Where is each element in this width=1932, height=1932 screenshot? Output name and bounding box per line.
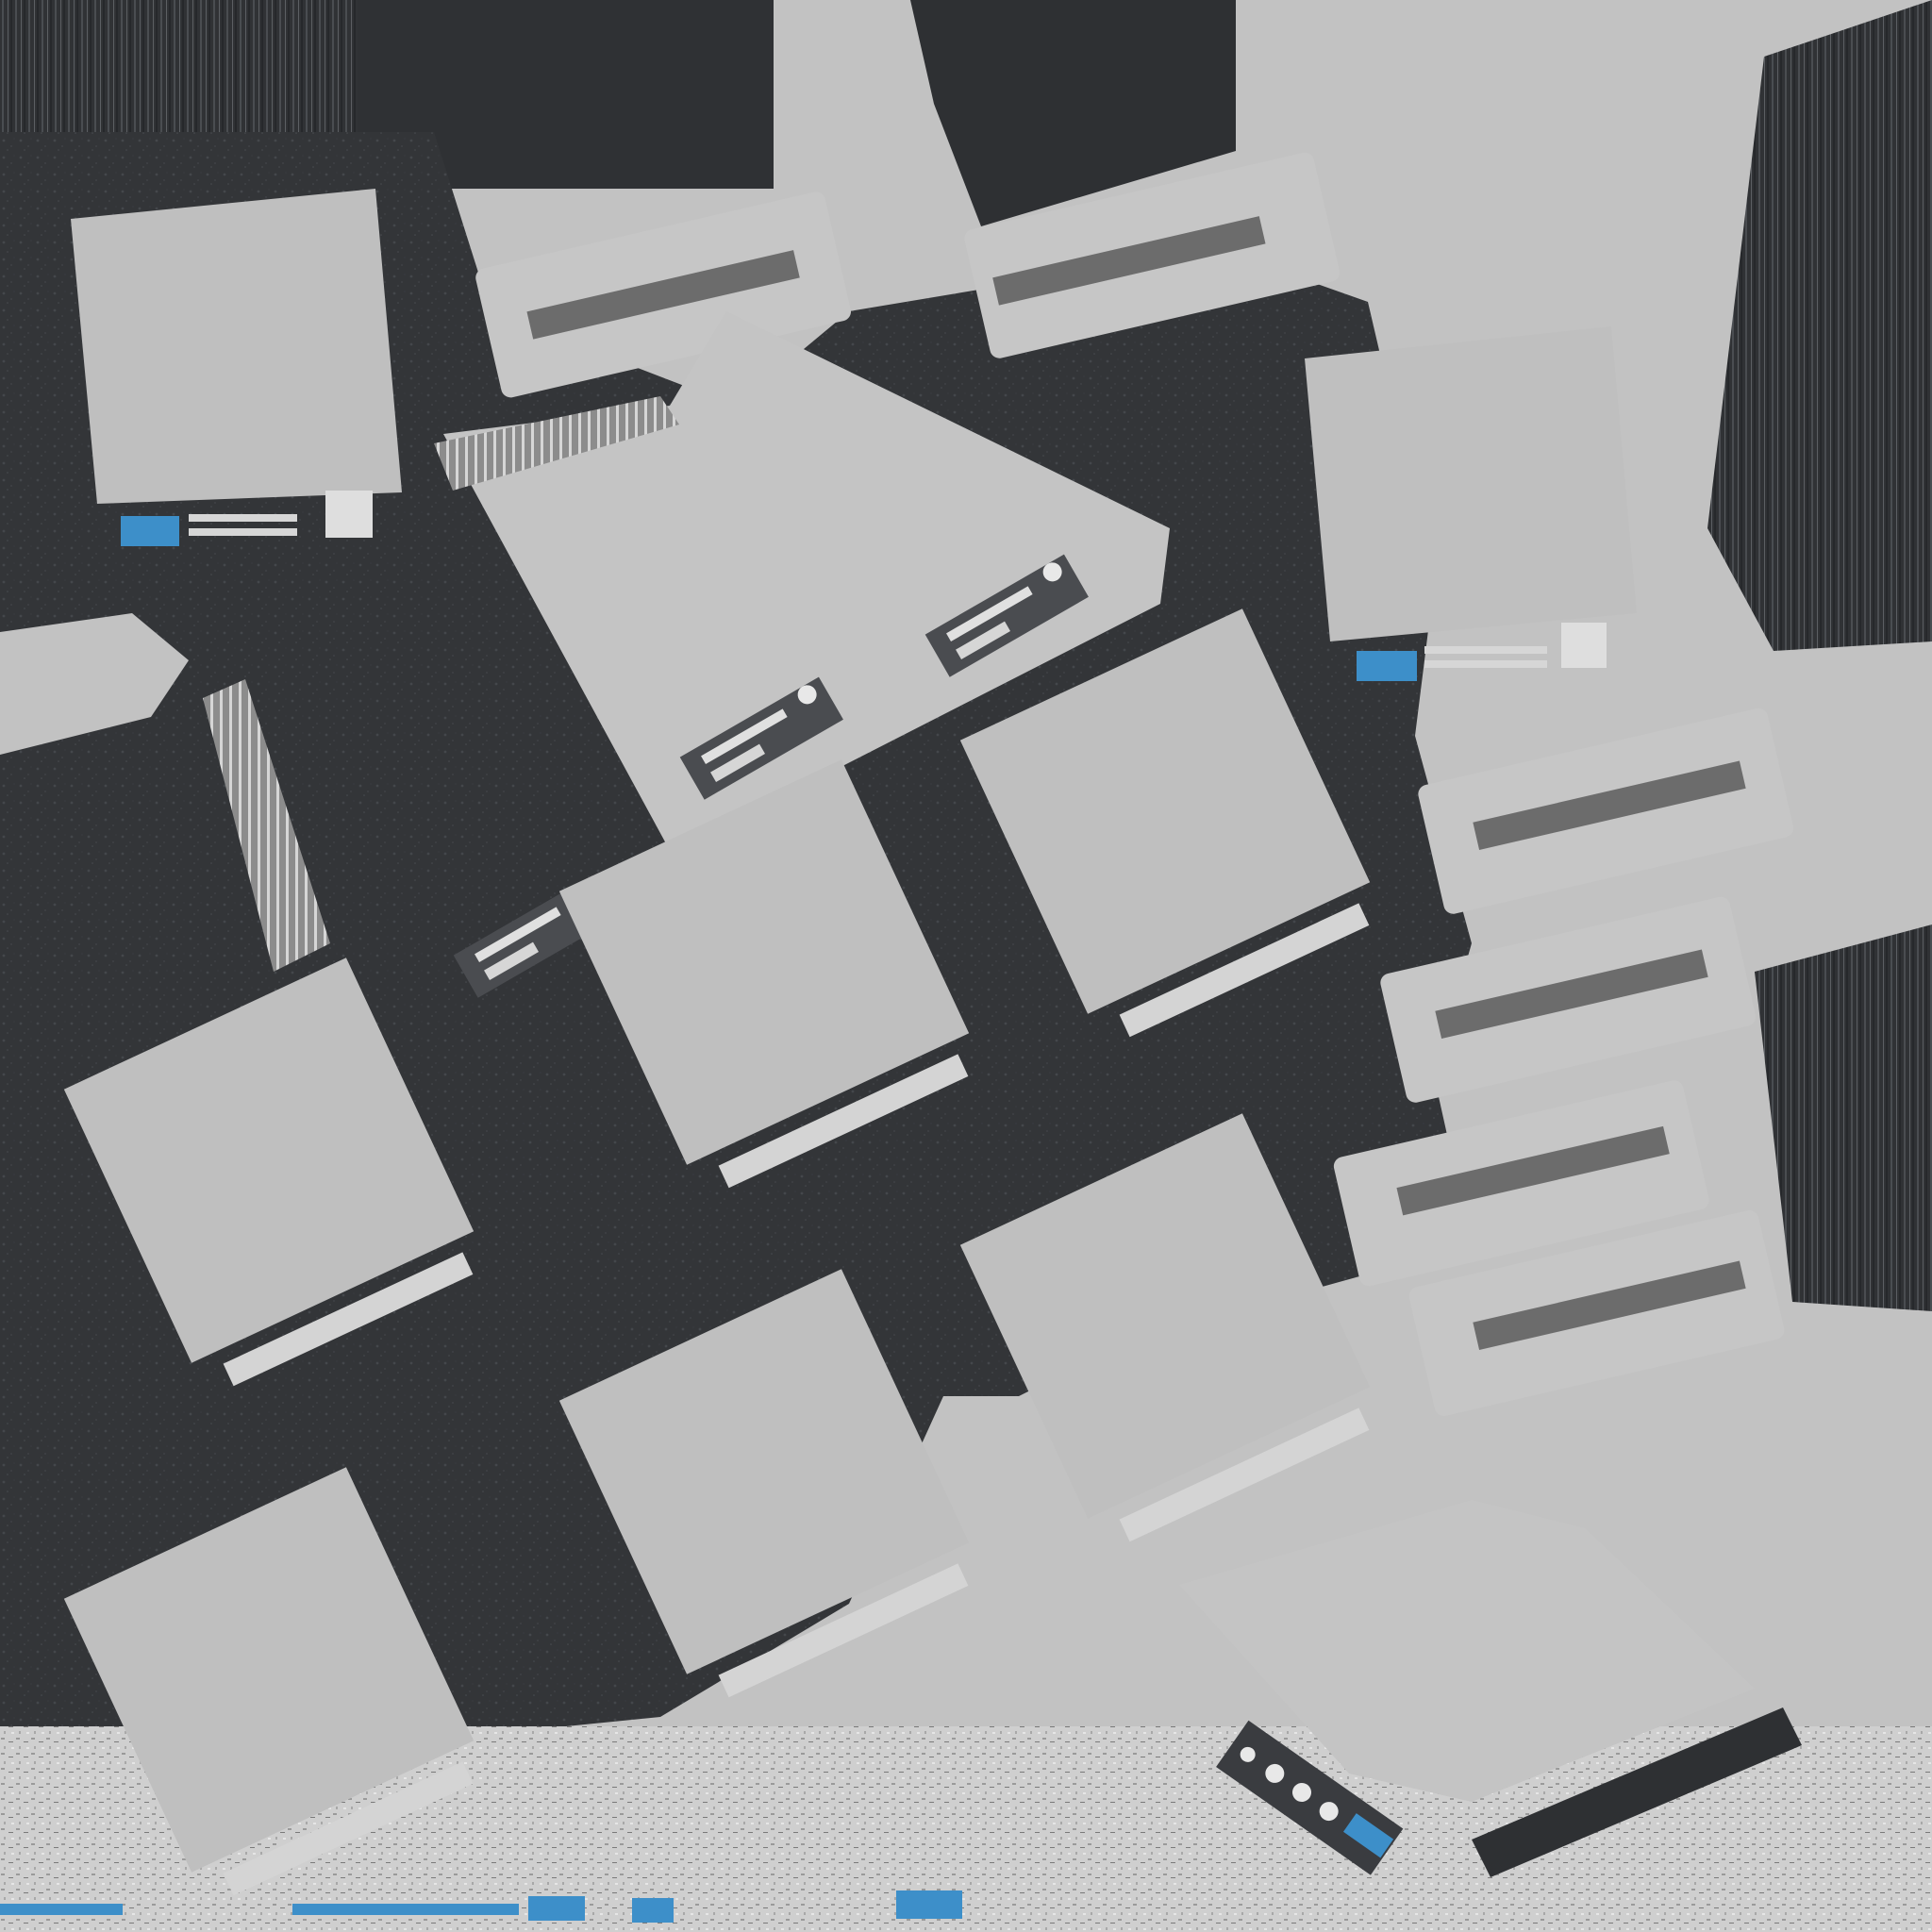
device-face-top-right (1305, 326, 1637, 681)
texture-atlas (0, 0, 1932, 1932)
blue-indicator (1357, 651, 1417, 681)
device-face-top-left (71, 189, 402, 546)
blue-indicator (121, 516, 179, 546)
